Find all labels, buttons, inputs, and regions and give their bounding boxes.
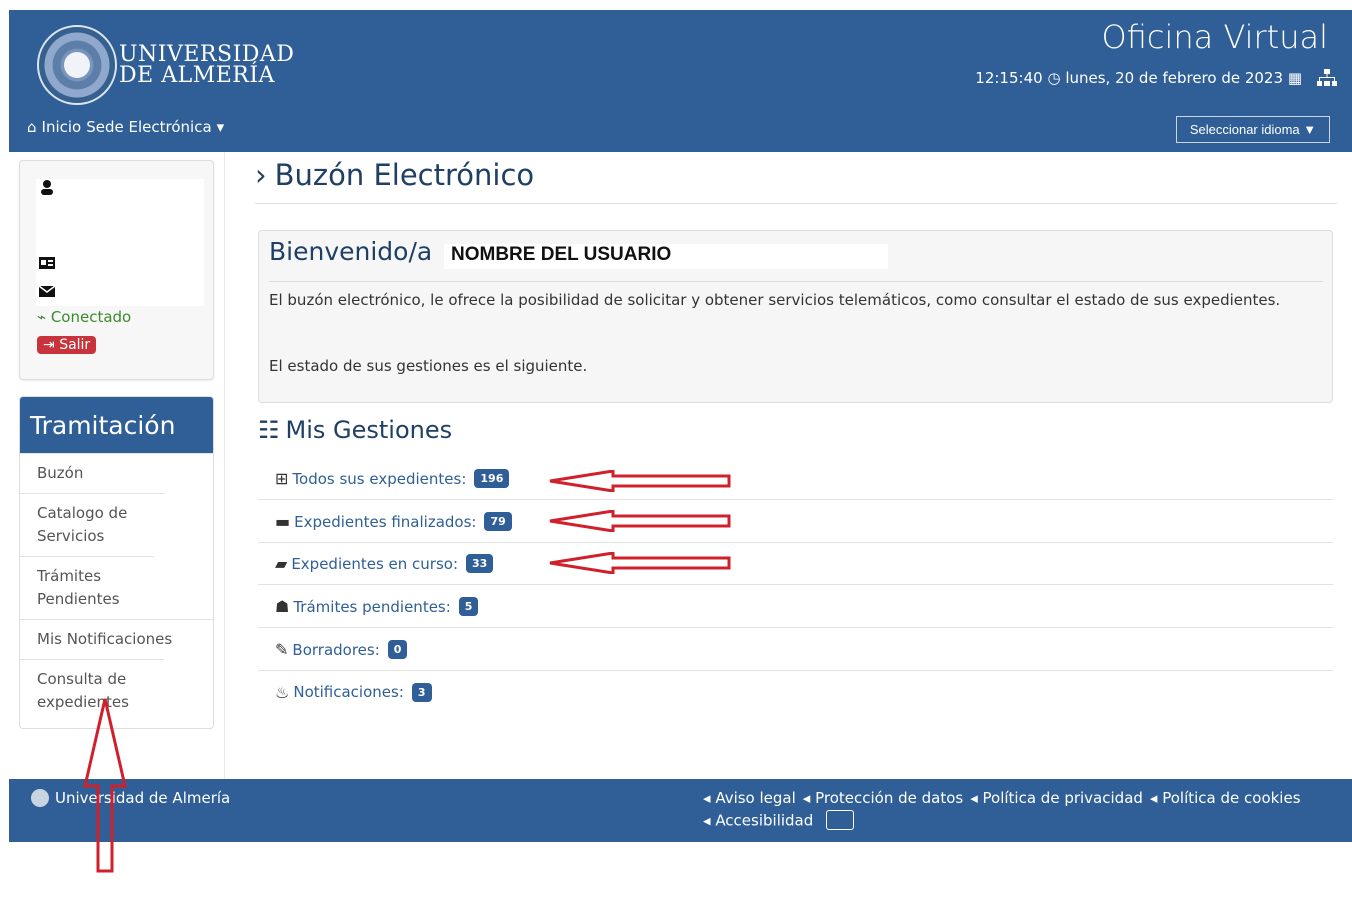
- sitemap-icon[interactable]: [1316, 66, 1338, 88]
- count-badge: 33: [466, 554, 494, 573]
- gestiones-title: ☷ Mis Gestiones: [258, 416, 453, 444]
- menu-item-catalogo[interactable]: Catalogo de Servicios: [20, 493, 164, 556]
- plug-icon: ⌁: [37, 308, 47, 326]
- page-title: › Buzón Electrónico: [255, 158, 535, 192]
- footer-link-accesibilidad[interactable]: ◂ Accesibilidad: [703, 810, 855, 831]
- footer-link-cookies[interactable]: ◂ Política de cookies: [1150, 789, 1301, 807]
- user-icon: [41, 180, 53, 195]
- footer-link-aviso-legal[interactable]: ◂ Aviso legal: [703, 789, 796, 807]
- app-frame: UNIVERSIDAD DE ALMERÍA Oficina Virtual 1…: [9, 10, 1352, 842]
- welcome-status: El estado de sus gestiones es el siguien…: [269, 357, 588, 375]
- university-seal-logo: [37, 25, 117, 105]
- connection-status: ⌁ Conectado: [37, 308, 132, 326]
- logout-button[interactable]: ⇥ Salir: [37, 336, 97, 354]
- home-icon: ⌂: [27, 118, 37, 136]
- gestion-borradores[interactable]: ✎ Borradores: 0: [258, 629, 1333, 671]
- menu-item-tramites-pendientes[interactable]: Trámites Pendientes: [20, 556, 154, 619]
- task-list-icon: ☷: [258, 416, 280, 444]
- archive-icon: ▬: [275, 512, 291, 531]
- footer-link-proteccion-datos[interactable]: ◂ Protección de datos: [803, 789, 963, 807]
- title-divider: [255, 203, 1337, 204]
- tramitacion-menu: Tramitación Buzón Catalogo de Servicios …: [19, 396, 214, 729]
- gestion-notificaciones[interactable]: ♨ Notificaciones: 3: [258, 671, 1333, 713]
- user-clock-icon: ☗: [275, 597, 290, 616]
- footer-university: Universidad de Almería: [31, 789, 230, 807]
- sign-out-icon: ⇥: [43, 337, 55, 353]
- annotation-arrow-3: [549, 552, 731, 574]
- bell-icon: ♨: [275, 682, 290, 702]
- office-title: Oficina Virtual: [1101, 18, 1328, 56]
- id-card-icon: [39, 257, 55, 269]
- university-name: UNIVERSIDAD DE ALMERÍA: [119, 42, 295, 88]
- count-badge: 5: [458, 597, 479, 616]
- envelope-icon: [38, 285, 56, 297]
- footer-link-privacidad[interactable]: ◂ Política de privacidad: [970, 789, 1143, 807]
- gestion-en-curso[interactable]: ▰ Expedientes en curso: 33: [258, 543, 1333, 585]
- university-seal-icon: [31, 789, 49, 807]
- annotation-arrow-2: [549, 510, 731, 532]
- site-footer: Universidad de Almería ◂ Aviso legal ◂ P…: [9, 779, 1352, 842]
- annotation-arrow-1: [549, 470, 731, 492]
- scroll-top-button[interactable]: [826, 810, 855, 830]
- menu-item-buzon[interactable]: Buzón: [20, 453, 213, 493]
- language-select[interactable]: Seleccionar idioma ▼: [1176, 116, 1330, 143]
- sidebar-divider: [224, 152, 225, 780]
- gestion-finalizados[interactable]: ▬ Expedientes finalizados: 79: [258, 501, 1333, 543]
- footer-links: ◂ Aviso legal ◂ Protección de datos ◂ Po…: [703, 789, 1323, 831]
- welcome-title: Bienvenido/a: [269, 237, 433, 266]
- tree-icon: ⊞: [275, 469, 289, 488]
- username-label: NOMBRE DEL USUARIO: [444, 244, 888, 269]
- dropdown-arrow-icon: ▼: [1299, 122, 1317, 137]
- gestion-todos[interactable]: ⊞ Todos sus expedientes: 196: [258, 458, 1333, 500]
- nav-sede-electronica[interactable]: Sede Electrónica: [86, 118, 211, 136]
- clock-icon: ◷: [1047, 69, 1061, 87]
- user-edit-icon: ✎: [275, 640, 289, 659]
- count-badge: 3: [411, 682, 432, 702]
- folder-open-icon: ▰: [275, 554, 288, 573]
- caret-down-icon: ▾: [216, 118, 225, 136]
- welcome-intro: El buzón electrónico, le ofrece la posib…: [269, 291, 1281, 309]
- date-time: 12:15:40 ◷ lunes, 20 de febrero de 2023 …: [975, 69, 1302, 87]
- annotation-arrow-up: [83, 698, 127, 873]
- main-nav: ⌂ Inicio Sede Electrónica ▾: [27, 118, 224, 136]
- calendar-icon: ▦: [1287, 69, 1302, 87]
- tramitacion-title: Tramitación: [20, 397, 213, 453]
- menu-item-notificaciones[interactable]: Mis Notificaciones: [20, 619, 213, 659]
- count-badge: 196: [474, 469, 510, 488]
- user-info-redacted: [36, 179, 204, 306]
- count-badge: 79: [484, 512, 512, 531]
- gestion-tramites-pendientes[interactable]: ☗ Trámites pendientes: 5: [258, 586, 1333, 628]
- welcome-divider: [269, 281, 1323, 282]
- welcome-panel: Bienvenido/a NOMBRE DEL USUARIO El buzón…: [258, 230, 1333, 403]
- count-badge: 0: [387, 640, 408, 659]
- user-panel: ⌁ Conectado ⇥ Salir: [19, 160, 214, 380]
- nav-inicio[interactable]: Inicio: [42, 118, 82, 136]
- site-header: UNIVERSIDAD DE ALMERÍA Oficina Virtual 1…: [9, 10, 1352, 152]
- chevron-right-icon: ›: [255, 158, 267, 192]
